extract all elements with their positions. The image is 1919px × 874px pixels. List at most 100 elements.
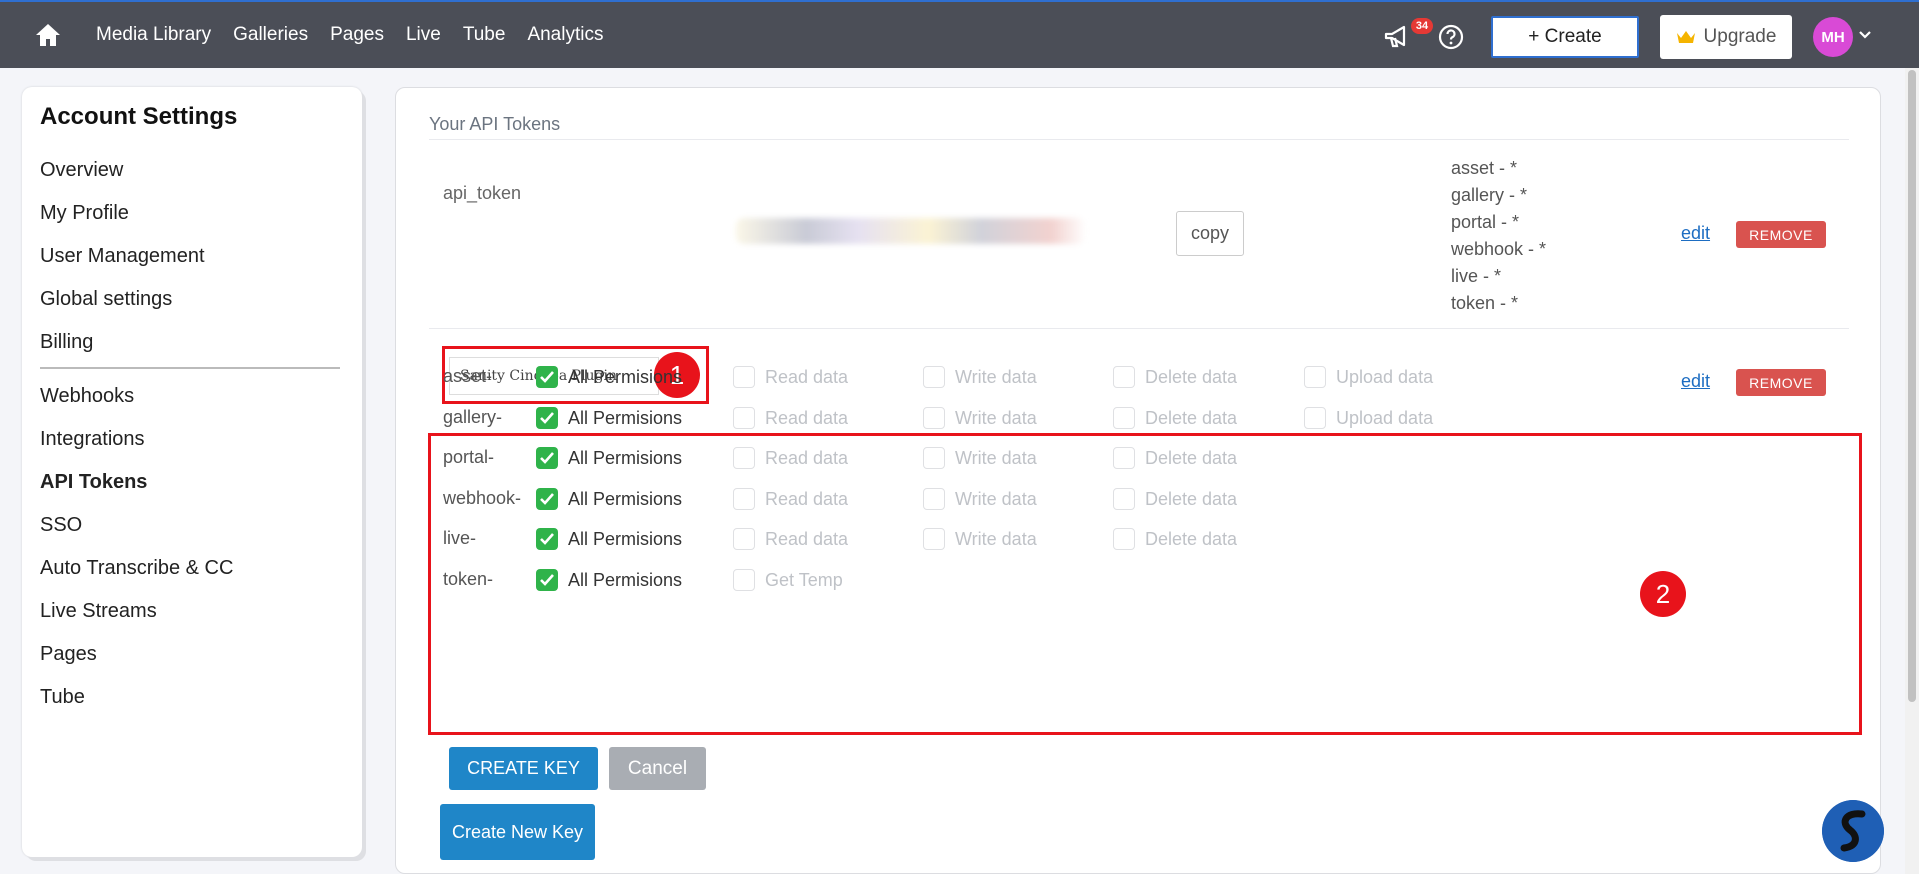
- create-key-button[interactable]: CREATE KEY: [449, 747, 598, 790]
- settings-sidebar: Account Settings Overview My Profile Use…: [22, 87, 362, 857]
- main-nav: Media Library Galleries Pages Live Tube …: [96, 2, 625, 68]
- nav-pages[interactable]: Pages: [330, 24, 384, 46]
- cancel-button[interactable]: Cancel: [609, 747, 706, 790]
- permission-label: Read data: [765, 529, 849, 549]
- sidebar-item-tube[interactable]: Tube: [40, 686, 85, 709]
- chevron-down-icon[interactable]: [1858, 30, 1872, 40]
- sidebar-item-live-streams[interactable]: Live Streams: [40, 600, 157, 623]
- permission-label: Write data: [955, 448, 1037, 468]
- permission-checkbox[interactable]: [1113, 366, 1135, 388]
- permission-checkbox[interactable]: [1113, 488, 1135, 510]
- sidebar-item-my-profile[interactable]: My Profile: [40, 202, 129, 225]
- all-permissions-label: All Permisions: [568, 408, 683, 428]
- remove-token-button[interactable]: REMOVE: [1736, 221, 1826, 248]
- all-permissions-label: All Permisions: [568, 529, 683, 549]
- permission-label: Write data: [955, 408, 1037, 428]
- create-new-key-button[interactable]: Create New Key: [440, 804, 595, 860]
- permission-scope-label: asset-: [443, 366, 493, 386]
- permission-checkbox[interactable]: [733, 569, 755, 591]
- permission-checkbox[interactable]: [923, 528, 945, 550]
- scope-item: asset - *: [1451, 158, 1518, 178]
- help-icon[interactable]: [1438, 24, 1464, 50]
- sidebar-item-global-settings[interactable]: Global settings: [40, 288, 172, 311]
- edit-token-link[interactable]: edit: [1681, 223, 1710, 244]
- sanity-s-icon: [1822, 800, 1884, 862]
- sidebar-item-user-management[interactable]: User Management: [40, 245, 205, 268]
- permission-label: Write data: [955, 529, 1037, 549]
- sidebar-item-integrations[interactable]: Integrations: [40, 428, 145, 451]
- avatar[interactable]: MH: [1813, 17, 1853, 57]
- permission-checkbox[interactable]: [1113, 528, 1135, 550]
- permission-checkbox[interactable]: [733, 488, 755, 510]
- permission-label: Upload data: [1336, 408, 1434, 428]
- sidebar-item-billing[interactable]: Billing: [40, 331, 93, 354]
- remove-new-token-button[interactable]: REMOVE: [1736, 369, 1826, 396]
- scope-item: live - *: [1451, 266, 1502, 286]
- permission-checkbox[interactable]: [1113, 407, 1135, 429]
- nav-analytics[interactable]: Analytics: [527, 24, 603, 46]
- nav-galleries[interactable]: Galleries: [233, 24, 308, 46]
- copy-button[interactable]: copy: [1176, 211, 1244, 256]
- divider: [429, 328, 1849, 329]
- home-icon[interactable]: [34, 22, 62, 48]
- nav-media-library[interactable]: Media Library: [96, 24, 211, 46]
- permission-label: Delete data: [1145, 367, 1238, 387]
- permission-scope-label: live-: [443, 528, 477, 548]
- permission-checkbox[interactable]: [733, 447, 755, 469]
- sidebar-item-overview[interactable]: Overview: [40, 159, 123, 182]
- permission-scope-label: token-: [443, 569, 494, 589]
- all-permissions-label: All Permisions: [568, 367, 683, 387]
- sidebar-divider: [40, 367, 340, 369]
- permission-checkbox[interactable]: [1304, 366, 1326, 388]
- sidebar-item-webhooks[interactable]: Webhooks: [40, 385, 134, 408]
- all-permissions-checkbox[interactable]: [536, 488, 558, 510]
- upgrade-button[interactable]: Upgrade: [1660, 15, 1792, 59]
- permission-checkbox[interactable]: [733, 528, 755, 550]
- all-permissions-label: All Permisions: [568, 489, 683, 509]
- api-tokens-panel: Your API Tokens api_token copy asset - *…: [395, 87, 1881, 874]
- notification-badge: 34: [1411, 18, 1433, 34]
- permission-checkbox[interactable]: [923, 447, 945, 469]
- all-permissions-checkbox[interactable]: [536, 528, 558, 550]
- divider: [429, 139, 1849, 140]
- upgrade-label: Upgrade: [1703, 26, 1777, 47]
- permission-checkbox[interactable]: [1113, 447, 1135, 469]
- all-permissions-checkbox[interactable]: [536, 407, 558, 429]
- permission-checkbox[interactable]: [733, 366, 755, 388]
- all-permissions-checkbox[interactable]: [536, 569, 558, 591]
- sidebar-item-pages[interactable]: Pages: [40, 643, 97, 666]
- crown-icon: [1676, 31, 1695, 43]
- token-scopes: asset - * gallery - * portal - * webhook…: [1451, 155, 1546, 317]
- permission-label: Read data: [765, 448, 849, 468]
- create-button[interactable]: + Create: [1491, 16, 1639, 58]
- permission-label: Read data: [765, 408, 849, 428]
- all-permissions-label: All Permisions: [568, 448, 683, 468]
- all-permissions-checkbox[interactable]: [536, 366, 558, 388]
- permission-checkbox[interactable]: [1304, 407, 1326, 429]
- scope-item: gallery - *: [1451, 185, 1528, 205]
- all-permissions-checkbox[interactable]: [536, 447, 558, 469]
- permission-checkbox[interactable]: [923, 366, 945, 388]
- sidebar-item-sso[interactable]: SSO: [40, 514, 82, 537]
- permission-label: Delete data: [1145, 489, 1238, 509]
- edit-new-token-link[interactable]: edit: [1681, 371, 1710, 392]
- top-navbar: Media Library Galleries Pages Live Tube …: [0, 0, 1919, 68]
- permission-checkbox[interactable]: [733, 407, 755, 429]
- permission-label: Read data: [765, 489, 849, 509]
- permission-checkbox[interactable]: [923, 407, 945, 429]
- permission-scope-label: webhook-: [443, 488, 522, 508]
- token-value-blurred: [736, 218, 1086, 244]
- megaphone-icon[interactable]: [1383, 24, 1413, 50]
- sanity-logo-icon[interactable]: [1822, 800, 1884, 862]
- scope-item: portal - *: [1451, 212, 1520, 232]
- permission-label: Delete data: [1145, 408, 1238, 428]
- scrollbar-thumb[interactable]: [1908, 70, 1916, 702]
- nav-tube[interactable]: Tube: [463, 24, 506, 46]
- sidebar-item-auto-transcribe[interactable]: Auto Transcribe & CC: [40, 557, 233, 580]
- nav-live[interactable]: Live: [406, 24, 441, 46]
- permission-label: Write data: [955, 489, 1037, 509]
- permission-label: Delete data: [1145, 529, 1238, 549]
- sidebar-item-api-tokens[interactable]: API Tokens: [40, 471, 147, 494]
- permission-checkbox[interactable]: [923, 488, 945, 510]
- sidebar-title: Account Settings: [40, 103, 238, 130]
